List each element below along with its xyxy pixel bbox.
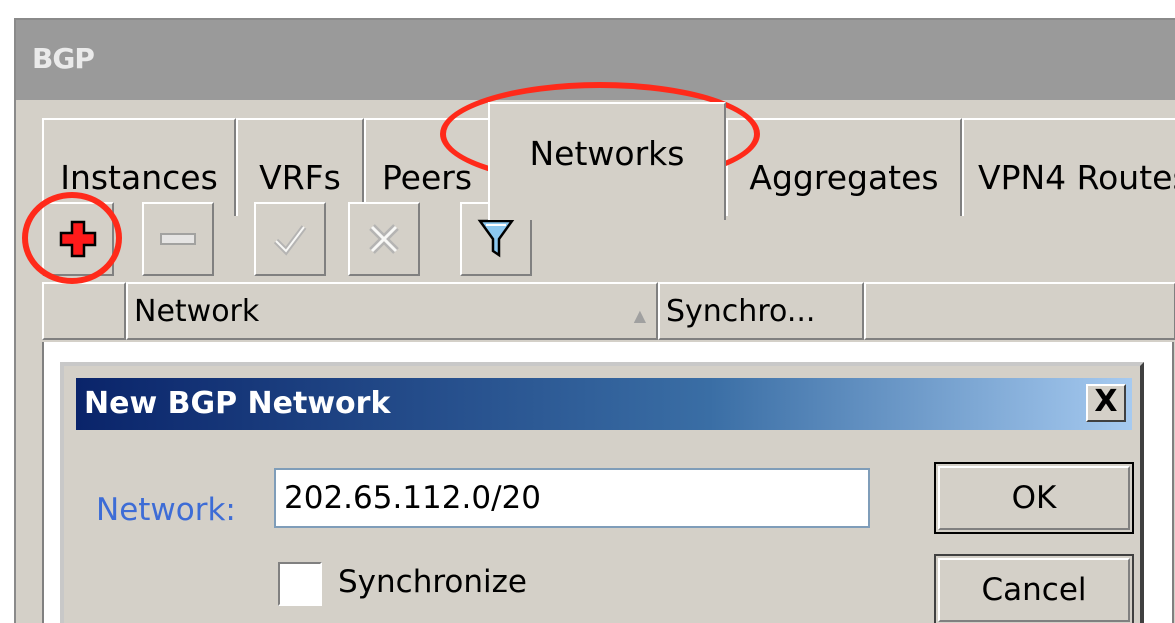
add-button[interactable] [42, 202, 114, 276]
tab-label: Aggregates [749, 158, 939, 197]
column-label: Synchro... [666, 294, 816, 329]
disable-button[interactable] [348, 202, 420, 276]
column-header-flags[interactable] [42, 282, 126, 340]
enable-button[interactable] [254, 202, 326, 276]
check-icon [273, 225, 307, 256]
new-bgp-network-dialog: New BGP Network X Network: Synchronize O… [60, 362, 1144, 623]
window-titlebar[interactable]: BGP [16, 20, 1175, 100]
ok-button-label: OK [1011, 480, 1057, 516]
tab-networks[interactable]: Networks [488, 102, 726, 220]
tab-label: Peers [381, 158, 473, 197]
tab-label: VRFs [259, 158, 341, 197]
column-label: Network [134, 294, 260, 329]
table-header: Network ▲ Synchro... [42, 282, 1175, 342]
filter-icon [477, 219, 515, 258]
remove-button[interactable] [142, 202, 214, 276]
column-header-synchronize[interactable]: Synchro... [658, 282, 864, 340]
bgp-window: BGP Instances VRFs Peers Networks Aggreg… [14, 18, 1175, 623]
minus-icon [160, 233, 196, 245]
synchronize-checkbox[interactable] [278, 562, 322, 606]
window-title: BGP [32, 42, 95, 75]
tab-label: Instances [60, 158, 218, 197]
sort-ascending-icon: ▲ [633, 306, 646, 325]
close-button[interactable]: X [1086, 384, 1126, 422]
ok-button[interactable]: OK [934, 462, 1134, 534]
network-field-label: Network: [96, 492, 236, 528]
cancel-button[interactable]: Cancel [934, 554, 1134, 623]
cancel-button-face: Cancel [938, 558, 1130, 622]
tab-bar: Instances VRFs Peers Networks Aggregates… [42, 102, 1175, 220]
plus-icon [59, 220, 97, 258]
network-input[interactable] [274, 468, 870, 528]
ok-button-face: OK [938, 466, 1130, 530]
cross-icon [369, 224, 399, 254]
dialog-title: New BGP Network [84, 386, 391, 421]
cancel-button-label: Cancel [981, 572, 1087, 608]
close-icon: X [1094, 384, 1118, 419]
column-header-empty [864, 282, 1175, 340]
dialog-titlebar[interactable]: New BGP Network X [76, 378, 1132, 430]
tab-label: VPN4 Routes [978, 158, 1175, 197]
synchronize-label[interactable]: Synchronize [338, 564, 527, 600]
column-header-network[interactable]: Network ▲ [126, 282, 658, 340]
tab-label: Networks [529, 134, 685, 173]
